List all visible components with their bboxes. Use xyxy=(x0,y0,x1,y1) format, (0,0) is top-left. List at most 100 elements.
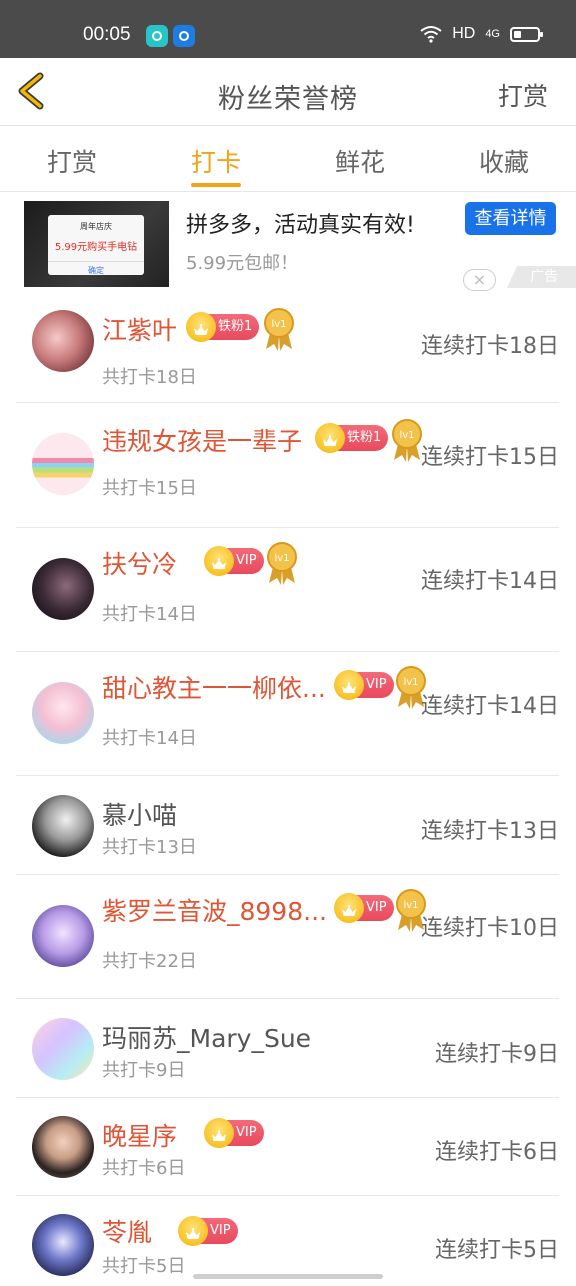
fan-badge: VIP xyxy=(334,670,394,700)
streak-days: 连续打卡15日 xyxy=(421,445,559,470)
ad-subtitle: 5.99元包邮！ xyxy=(186,253,299,274)
tab-flowers[interactable]: 鲜花 xyxy=(288,126,432,191)
fan-badge: VIP xyxy=(334,893,394,923)
streak-days: 连续打卡14日 xyxy=(421,694,559,719)
status-time: 00:05 xyxy=(83,24,131,45)
fan-badge-label: VIP xyxy=(236,553,257,568)
total-checkins: 共打卡14日 xyxy=(102,604,197,625)
tab-bar: 打赏 打卡 鲜花 收藏 xyxy=(0,126,576,192)
network-type-label: HD xyxy=(452,25,476,42)
user-name[interactable]: 晚星序 xyxy=(102,1117,177,1153)
level-medal-icon: lv1 xyxy=(264,308,294,351)
crown-icon xyxy=(185,1224,201,1239)
list-item[interactable]: 甜心教主一一柳依... VIP lv1 共打卡14日 连续打卡14日 xyxy=(16,652,559,776)
list-item[interactable]: 慕小喵 共打卡13日 连续打卡13日 xyxy=(16,776,559,875)
total-checkins: 共打卡13日 xyxy=(102,837,197,858)
level-medal-icon: lv1 xyxy=(392,419,422,462)
streak-days: 连续打卡18日 xyxy=(421,334,559,359)
streak-days: 连续打卡5日 xyxy=(435,1238,559,1263)
total-checkins: 共打卡6日 xyxy=(102,1158,186,1179)
crown-icon xyxy=(193,320,209,335)
list-item[interactable]: 违规女孩是一辈子 铁粉1 lv1 共打卡15日 连续打卡15日 xyxy=(16,403,559,528)
streak-days: 连续打卡10日 xyxy=(421,916,559,941)
user-name[interactable]: 玛丽苏_Mary_Sue xyxy=(102,1019,311,1055)
list-item[interactable]: 江紫叶 铁粉1 lv1 共打卡18日 连续打卡18日 xyxy=(16,293,559,403)
avatar[interactable] xyxy=(32,905,94,967)
fan-badge-label: VIP xyxy=(366,900,387,915)
list-item[interactable]: 扶兮冷 VIP lv1 共打卡14日 连续打卡14日 xyxy=(16,528,559,652)
list-item[interactable]: 玛丽苏_Mary_Sue 共打卡9日 连续打卡9日 xyxy=(16,999,559,1098)
crown-icon xyxy=(341,901,357,916)
fan-badge: 铁粉1 xyxy=(314,423,389,453)
ad-tag: 广告 xyxy=(506,266,576,288)
fan-badge: VIP xyxy=(204,1118,264,1148)
ad-card-main: 5.99元购买手电钻 xyxy=(54,242,138,253)
avatar[interactable] xyxy=(32,795,94,857)
tab-reward[interactable]: 打赏 xyxy=(0,126,144,191)
ad-close-icon[interactable]: × xyxy=(463,269,496,291)
fan-badge: VIP xyxy=(204,546,264,576)
total-checkins: 共打卡22日 xyxy=(102,951,197,972)
crown-icon xyxy=(322,431,338,446)
checkin-ranking-list: 江紫叶 铁粉1 lv1 共打卡18日 连续打卡18日 违规女孩是一辈子 铁粉1 … xyxy=(0,293,576,1286)
ad-tag-label: 广告 xyxy=(530,269,558,285)
level-medal-label: lv1 xyxy=(399,430,414,441)
wifi-icon xyxy=(420,26,442,43)
reward-button[interactable]: 打赏 xyxy=(498,77,548,113)
total-checkins: 共打卡14日 xyxy=(102,728,197,749)
level-medal-label: lv1 xyxy=(271,319,286,330)
user-name[interactable]: 扶兮冷 xyxy=(102,545,177,581)
streak-days: 连续打卡6日 xyxy=(435,1140,559,1165)
list-item[interactable]: 晚星序 VIP 共打卡6日 连续打卡6日 xyxy=(16,1098,559,1196)
avatar[interactable] xyxy=(32,682,94,744)
tab-favorites[interactable]: 收藏 xyxy=(432,126,576,191)
app-notification-icon xyxy=(173,25,195,47)
fan-badge-label: VIP xyxy=(236,1125,257,1140)
status-bar: 00:05 HD 4G xyxy=(0,0,576,58)
level-medal-label: lv1 xyxy=(274,553,289,564)
home-indicator[interactable] xyxy=(193,1274,383,1279)
app-notification-icon xyxy=(146,25,168,47)
page-title: 粉丝荣誉榜 xyxy=(218,84,358,115)
ad-details-button[interactable]: 查看详情 xyxy=(465,202,556,235)
ad-image-card: 周年店庆 5.99元购买手电钻 确定 xyxy=(48,215,144,275)
ad-image[interactable]: 周年店庆 5.99元购买手电钻 确定 × xyxy=(24,201,169,287)
top-app-bar: 粉丝荣誉榜 打赏 xyxy=(0,58,576,126)
avatar[interactable] xyxy=(32,310,94,372)
crown-icon xyxy=(341,678,357,693)
crown-icon xyxy=(211,1126,227,1141)
level-medal-label: lv1 xyxy=(403,900,418,911)
crown-icon xyxy=(211,554,227,569)
status-indicators: HD 4G xyxy=(420,25,543,43)
fan-badge-label: 铁粉1 xyxy=(347,430,382,445)
ad-card-title: 周年店庆 xyxy=(80,222,112,231)
level-medal-icon: lv1 xyxy=(267,542,297,585)
avatar[interactable] xyxy=(32,1116,94,1178)
user-name[interactable]: 紫罗兰音波_8998... xyxy=(102,892,327,928)
battery-icon xyxy=(510,26,543,42)
avatar[interactable] xyxy=(32,433,94,495)
list-item[interactable]: 紫罗兰音波_8998... VIP lv1 共打卡22日 连续打卡10日 xyxy=(16,875,559,999)
streak-days: 连续打卡13日 xyxy=(421,819,559,844)
tab-checkin[interactable]: 打卡 xyxy=(144,126,288,191)
user-name[interactable]: 甜心教主一一柳依... xyxy=(102,669,326,705)
fan-badge: 铁粉1 xyxy=(185,312,260,342)
fan-badge: VIP xyxy=(178,1216,238,1246)
user-name[interactable]: 违规女孩是一辈子 xyxy=(102,422,302,458)
avatar[interactable] xyxy=(32,558,94,620)
user-name[interactable]: 苓胤 xyxy=(102,1213,152,1249)
fan-badge-label: VIP xyxy=(210,1223,231,1238)
ad-banner[interactable]: 周年店庆 5.99元购买手电钻 确定 × 拼多多，活动真实有效! 5.99元包邮… xyxy=(0,193,576,293)
total-checkins: 共打卡15日 xyxy=(102,478,197,499)
total-checkins: 共打卡5日 xyxy=(102,1256,186,1277)
user-name[interactable]: 江紫叶 xyxy=(102,311,177,347)
total-checkins: 共打卡18日 xyxy=(102,367,197,388)
ad-title[interactable]: 拼多多，活动真实有效! xyxy=(186,207,415,239)
ad-card-button: 确定 xyxy=(48,261,144,276)
avatar[interactable] xyxy=(32,1214,94,1276)
list-item[interactable]: 苓胤 VIP 共打卡5日 连续打卡5日 xyxy=(16,1196,559,1286)
fan-badge-label: 铁粉1 xyxy=(218,319,253,334)
avatar[interactable] xyxy=(32,1018,94,1080)
user-name[interactable]: 慕小喵 xyxy=(102,796,177,832)
fan-badge-label: VIP xyxy=(366,677,387,692)
